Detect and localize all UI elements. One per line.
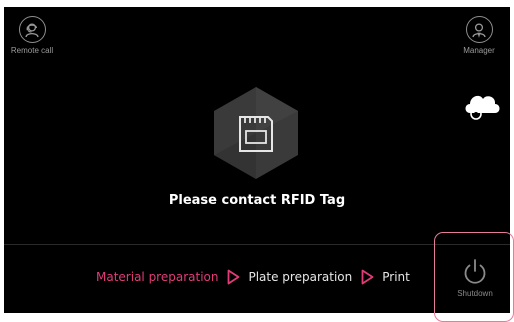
remote-call-label: Remote call (10, 46, 54, 55)
shutdown-highlight (434, 232, 514, 322)
step-print: Print (382, 270, 410, 284)
step-plate-preparation: Plate preparation (248, 270, 353, 284)
step-arrow-icon (227, 269, 240, 285)
remote-call-button[interactable]: Remote call (7, 16, 57, 55)
sd-card-icon (214, 87, 298, 179)
step-arrow-icon (361, 269, 374, 285)
remote-call-icon (18, 16, 46, 43)
cloud-icon[interactable] (460, 87, 504, 123)
manager-button[interactable]: Manager (454, 16, 504, 55)
manager-label: Manager (463, 46, 495, 55)
manager-icon (465, 16, 493, 43)
status-message: Please contact RFID Tag (168, 193, 346, 208)
workflow-steps: Material preparation Plate preparation P… (96, 267, 410, 287)
step-material-preparation: Material preparation (96, 270, 219, 284)
